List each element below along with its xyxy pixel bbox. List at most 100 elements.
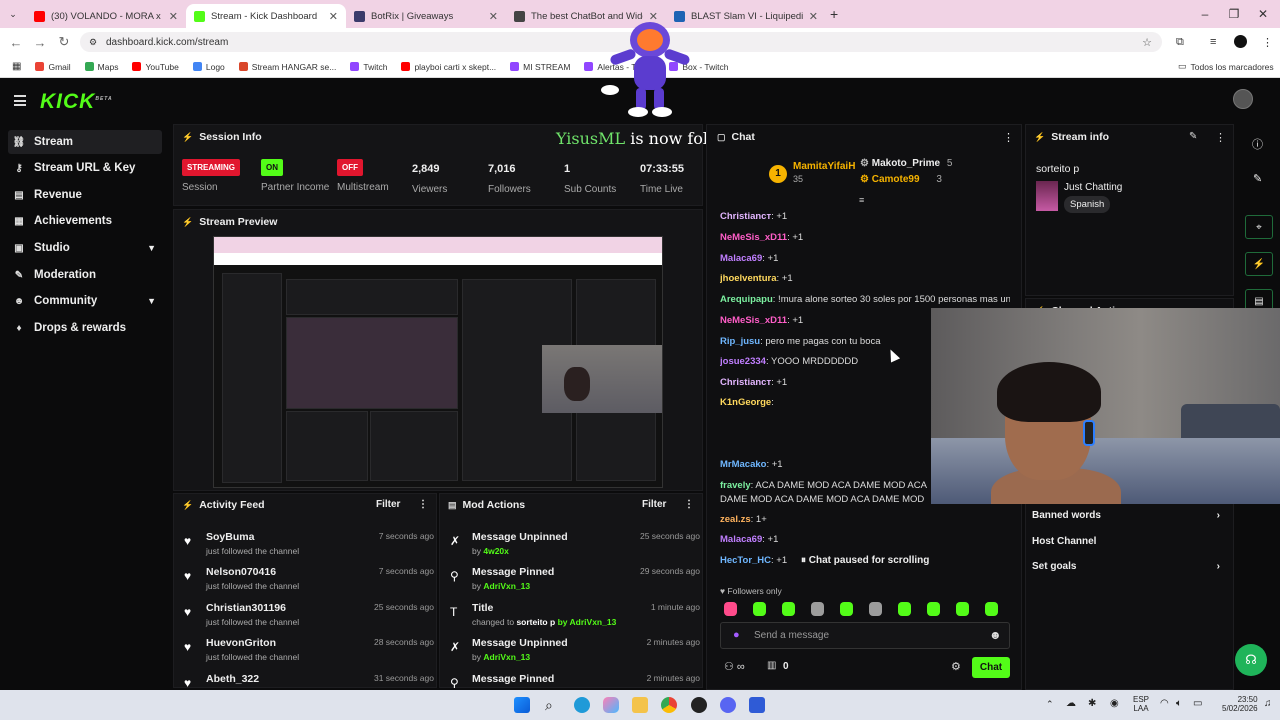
- notifications-icon[interactable]: ♫: [1264, 698, 1272, 709]
- bookmark-twitch[interactable]: Twitch: [350, 62, 387, 72]
- window-close-button[interactable]: ✕: [1246, 0, 1280, 28]
- menu-toggle-icon[interactable]: [14, 95, 26, 109]
- chat-send-button[interactable]: Chat: [972, 657, 1010, 678]
- back-icon[interactable]: ←: [4, 35, 28, 50]
- pencil-icon[interactable]: ✎: [1253, 172, 1262, 185]
- tab-search-button[interactable]: ⌄: [0, 9, 26, 20]
- file-explorer-icon[interactable]: [632, 697, 648, 713]
- bookmark-maps[interactable]: Maps: [84, 62, 118, 72]
- clock[interactable]: 23:50 5/02/2026: [1222, 695, 1258, 713]
- sidebar-item-stream-url-key[interactable]: ⚷ Stream URL & Key: [8, 156, 162, 180]
- language-tag[interactable]: Spanish: [1064, 196, 1111, 213]
- expand-gifters-icon[interactable]: ≡: [859, 195, 864, 205]
- tray-app-icon[interactable]: ☁: [1066, 698, 1076, 709]
- info-icon[interactable]: ⓘ: [1252, 136, 1263, 152]
- emote-icon[interactable]: [985, 602, 998, 616]
- sidebar-item-achievements[interactable]: ▦ Achievements: [8, 209, 162, 233]
- obs-icon[interactable]: [691, 697, 707, 713]
- partner-on-badge[interactable]: ON: [261, 159, 283, 176]
- chat-users-icon[interactable]: ⚇ ∞: [724, 660, 745, 673]
- stream-preview-video[interactable]: [213, 236, 663, 488]
- activity-more-icon[interactable]: ⋮: [418, 499, 428, 510]
- bookmark-mi-stream[interactable]: MI STREAM: [510, 62, 570, 72]
- battery-icon[interactable]: ▭: [1193, 698, 1202, 709]
- sidebar-item-studio[interactable]: ▣ Studio ▼: [8, 236, 162, 260]
- bookmark-playboi[interactable]: playboi carti x skept...: [401, 62, 496, 72]
- mod-more-icon[interactable]: ⋮: [684, 499, 694, 510]
- wifi-icon[interactable]: ◠: [1160, 698, 1169, 709]
- activity-filter-button[interactable]: Filter: [376, 499, 400, 510]
- tray-chevron-icon[interactable]: ⌃: [1046, 699, 1054, 710]
- host-channel-item[interactable]: Host Channel: [1032, 536, 1226, 547]
- emote-icon[interactable]: [782, 602, 795, 616]
- apps-icon[interactable]: ▦: [12, 61, 21, 72]
- multistream: OFF Multistream: [337, 159, 389, 193]
- close-icon[interactable]: ✕: [809, 10, 818, 23]
- rail-button-capture[interactable]: ⌖: [1245, 215, 1273, 239]
- tray-bluetooth-icon[interactable]: ✱: [1088, 698, 1096, 709]
- chat-more-icon[interactable]: ⋮: [1003, 131, 1014, 144]
- edge-icon[interactable]: [574, 697, 590, 713]
- volume-icon[interactable]: 🔈︎: [1176, 698, 1182, 709]
- chrome-icon[interactable]: [661, 697, 677, 713]
- emote-icon[interactable]: [956, 602, 969, 616]
- bookmark-logo[interactable]: Logo: [192, 62, 225, 72]
- avatar[interactable]: [1233, 89, 1253, 109]
- extensions-icon[interactable]: ⧉: [1176, 36, 1184, 49]
- emote-icon[interactable]: [927, 602, 940, 616]
- browser-tab-youtube[interactable]: (30) VOLANDO - MORA x B ✕: [26, 4, 186, 28]
- set-goals-item[interactable]: Set goals ›: [1032, 561, 1226, 572]
- sidebar-item-community[interactable]: ☻ Community ▼: [8, 289, 162, 313]
- search-icon[interactable]: ⌕: [545, 697, 561, 713]
- mod-filter-button[interactable]: Filter: [642, 499, 666, 510]
- multistream-off-badge[interactable]: OFF: [337, 159, 363, 176]
- browser-tab-kick[interactable]: Stream - Kick Dashboard ✕: [186, 4, 346, 28]
- bookmark-youtube[interactable]: YouTube: [132, 62, 179, 72]
- bookmark-star-icon[interactable]: ☆: [1142, 36, 1152, 49]
- bookmark-hangar[interactable]: Stream HANGAR se...: [238, 62, 336, 72]
- banned-words-item[interactable]: Banned words ›: [1032, 510, 1226, 521]
- sidebar-item-drops-rewards[interactable]: ♦ Drops & rewards: [8, 316, 162, 340]
- microphone-icon[interactable]: ●: [733, 629, 740, 641]
- gift-box-icon[interactable]: ▥: [767, 660, 776, 671]
- emote-icon[interactable]: [753, 602, 766, 616]
- close-icon[interactable]: ✕: [489, 10, 498, 23]
- profile-icon[interactable]: [1234, 35, 1247, 48]
- heart-icon: ♥: [184, 534, 192, 548]
- emoji-icon[interactable]: ☻: [989, 628, 1002, 642]
- sidebar-item-stream[interactable]: ⛓ Stream: [8, 130, 162, 154]
- emote-icon[interactable]: [840, 602, 853, 616]
- emote-icon[interactable]: [869, 602, 882, 616]
- edit-icon[interactable]: ✎: [1189, 131, 1197, 142]
- menu-icon[interactable]: ⋮: [1262, 36, 1273, 49]
- app-icon[interactable]: [749, 697, 765, 713]
- chat-input[interactable]: ● Send a message ☻: [720, 622, 1010, 649]
- windows-start-icon[interactable]: [514, 697, 530, 713]
- media-icon[interactable]: ≡: [1210, 36, 1216, 48]
- language-indicator[interactable]: ESP LAA: [1133, 695, 1149, 713]
- site-info-icon[interactable]: ⚙: [89, 37, 97, 48]
- emote-icon[interactable]: [898, 602, 911, 616]
- discord-icon[interactable]: [720, 697, 736, 713]
- forward-icon[interactable]: →: [28, 35, 52, 50]
- support-button[interactable]: ☊: [1235, 644, 1267, 676]
- emote-icon[interactable]: [811, 602, 824, 616]
- sidebar-item-moderation[interactable]: ✎ Moderation: [8, 263, 162, 287]
- settings-icon[interactable]: ⚙: [951, 660, 961, 673]
- stream-info-more-icon[interactable]: ⋮: [1215, 131, 1226, 144]
- category-name[interactable]: Just Chatting: [1064, 182, 1122, 193]
- tray-discord-icon[interactable]: ◉: [1110, 698, 1119, 709]
- bookmark-gmail[interactable]: Gmail: [35, 62, 71, 72]
- chat-paused-banner[interactable]: ⏸ Chat paused for scrolling: [801, 555, 929, 566]
- emote-icon[interactable]: [724, 602, 737, 616]
- sidebar-item-revenue[interactable]: ▤ Revenue: [8, 183, 162, 207]
- close-icon[interactable]: ✕: [329, 10, 338, 23]
- browser-tab-botrix[interactable]: BotRix | Giveaways ✕: [346, 4, 506, 28]
- reload-icon[interactable]: ↻: [52, 34, 76, 50]
- new-tab-button[interactable]: +: [830, 6, 838, 22]
- rail-button-flash[interactable]: ⚡: [1245, 252, 1273, 276]
- copilot-icon[interactable]: [603, 697, 619, 713]
- all-bookmarks[interactable]: ▭ Todos los marcadores: [1178, 61, 1274, 72]
- close-icon[interactable]: ✕: [169, 10, 178, 23]
- kick-logo[interactable]: KICKBETA: [40, 90, 113, 114]
